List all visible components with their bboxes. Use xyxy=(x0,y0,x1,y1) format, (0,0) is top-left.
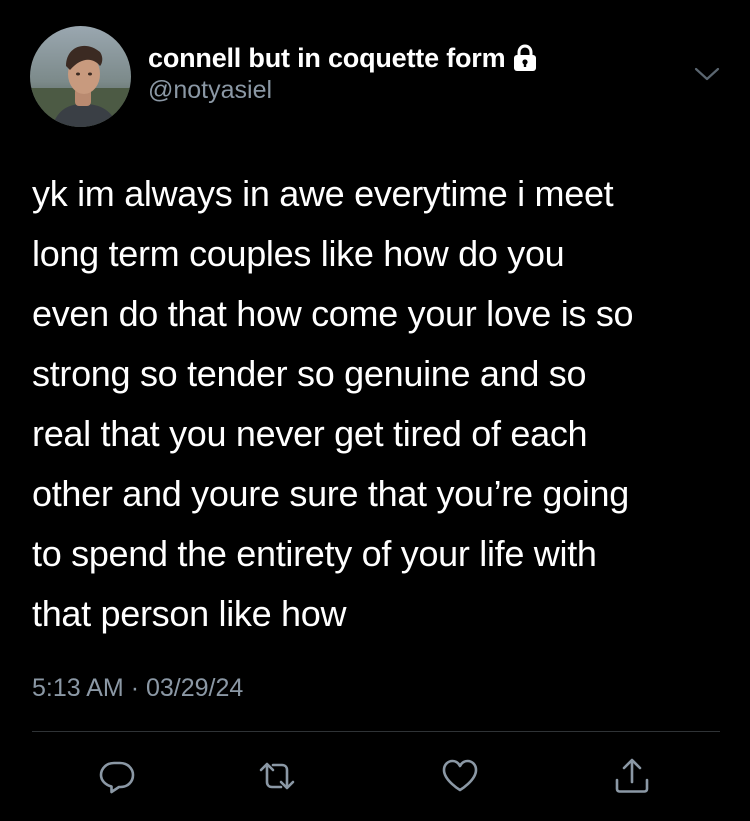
tweet-text: yk im always in awe everytime i meet lon… xyxy=(32,164,732,644)
tweet-text-line: even do that how come your love is so xyxy=(32,293,634,334)
tweet-text-line: other and youre sure that you’re going xyxy=(32,473,629,514)
display-name[interactable]: connell but in coquette form xyxy=(148,43,506,74)
divider xyxy=(32,731,720,732)
retweet-icon xyxy=(259,762,295,790)
avatar[interactable] xyxy=(30,26,131,127)
username-handle[interactable]: @notyasiel xyxy=(148,76,538,105)
heart-icon xyxy=(442,759,478,792)
share-button[interactable] xyxy=(612,756,652,796)
meta-separator: · xyxy=(130,674,140,702)
tweet-text-line: yk im always in awe everytime i meet xyxy=(32,173,614,214)
tweet-text-line: that person like how xyxy=(32,593,347,634)
tweet-text-line: real that you never get tired of each xyxy=(32,413,588,454)
tweet-text-line: strong so tender so genuine and so xyxy=(32,353,587,394)
tweet-time: 5:13 AM xyxy=(32,674,124,702)
tweet-text-line: to spend the entirety of your life with xyxy=(32,533,597,574)
lock-icon xyxy=(512,44,538,72)
tweet-timestamp[interactable]: 5:13 AM · 03/29/24 xyxy=(32,674,243,703)
name-row: connell but in coquette form xyxy=(148,40,538,76)
tweet-date: 03/29/24 xyxy=(145,674,244,702)
retweet-button[interactable] xyxy=(257,756,297,796)
reply-button[interactable] xyxy=(97,756,137,796)
tweet-header: connell but in coquette form @notyasiel xyxy=(148,40,538,105)
share-icon xyxy=(615,758,649,793)
like-button[interactable] xyxy=(440,756,480,796)
avatar-image xyxy=(30,26,131,127)
reply-icon xyxy=(99,761,135,794)
chevron-down-icon[interactable] xyxy=(694,64,720,84)
tweet-text-line: long term couples like how do you xyxy=(32,233,565,274)
